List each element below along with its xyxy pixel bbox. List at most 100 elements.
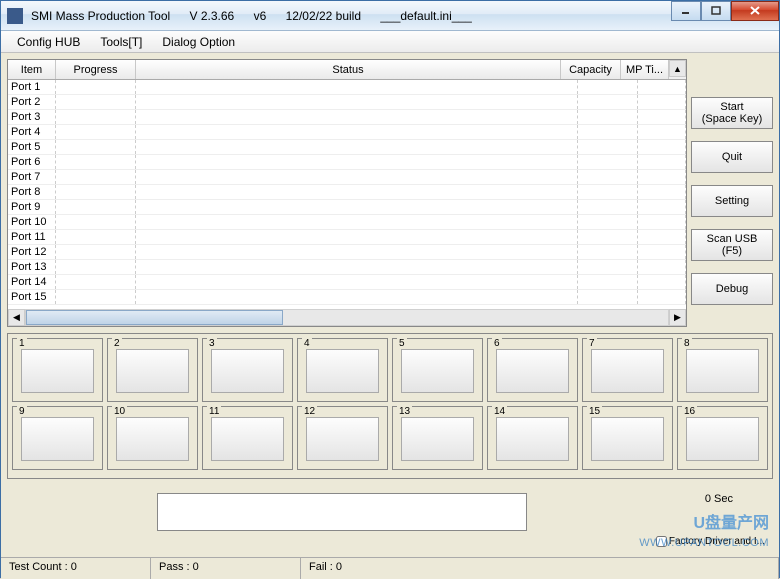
port-label: Port 11 <box>8 230 56 244</box>
port-label: Port 15 <box>8 290 56 304</box>
port-number: 8 <box>682 338 692 349</box>
menu-tools[interactable]: Tools[T] <box>90 33 152 51</box>
port-slot[interactable] <box>496 417 569 461</box>
col-mp-time[interactable]: MP Ti... <box>621 60 669 79</box>
quit-button[interactable]: Quit <box>691 141 773 173</box>
port-label: Port 10 <box>8 215 56 229</box>
start-button[interactable]: Start(Space Key) <box>691 97 773 129</box>
port-box-13: 13 <box>392 406 483 470</box>
table-row[interactable]: Port 7 <box>8 170 686 185</box>
elapsed-seconds: 0 Sec <box>705 493 733 505</box>
menu-dialog-option[interactable]: Dialog Option <box>152 33 245 51</box>
port-label: Port 3 <box>8 110 56 124</box>
table-row[interactable]: Port 9 <box>8 200 686 215</box>
table-row[interactable]: Port 10 <box>8 215 686 230</box>
close-button[interactable] <box>731 1 779 21</box>
port-slot[interactable] <box>401 349 474 393</box>
port-slot[interactable] <box>496 349 569 393</box>
table-row[interactable]: Port 12 <box>8 245 686 260</box>
port-slot[interactable] <box>686 349 759 393</box>
port-box-1: 1 <box>12 338 103 402</box>
scroll-left-icon[interactable]: ◀ <box>8 309 25 326</box>
port-box-16: 16 <box>677 406 768 470</box>
titlebar: SMI Mass Production Tool V 2.3.66 v6 12/… <box>1 1 779 31</box>
port-label: Port 13 <box>8 260 56 274</box>
port-box-14: 14 <box>487 406 578 470</box>
port-box-3: 3 <box>202 338 293 402</box>
table-row[interactable]: Port 14 <box>8 275 686 290</box>
port-number: 4 <box>302 338 312 349</box>
port-slot[interactable] <box>21 349 94 393</box>
port-label: Port 1 <box>8 80 56 94</box>
col-status[interactable]: Status <box>136 60 561 79</box>
port-label: Port 2 <box>8 95 56 109</box>
port-label: Port 6 <box>8 155 56 169</box>
port-box-15: 15 <box>582 406 673 470</box>
menubar: Config HUB Tools[T] Dialog Option <box>1 31 779 53</box>
port-box-6: 6 <box>487 338 578 402</box>
status-pass: Pass : 0 <box>151 558 301 579</box>
col-item[interactable]: Item <box>8 60 56 79</box>
port-label: Port 14 <box>8 275 56 289</box>
port-slot[interactable] <box>591 349 664 393</box>
horizontal-scrollbar[interactable]: ◀ ▶ <box>8 309 686 326</box>
port-number: 13 <box>397 406 412 417</box>
port-number: 5 <box>397 338 407 349</box>
port-slot[interactable] <box>306 349 379 393</box>
col-capacity[interactable]: Capacity <box>561 60 621 79</box>
message-box <box>157 493 527 531</box>
port-box-11: 11 <box>202 406 293 470</box>
port-box-7: 7 <box>582 338 673 402</box>
port-box-9: 9 <box>12 406 103 470</box>
table-row[interactable]: Port 5 <box>8 140 686 155</box>
scroll-up-icon[interactable]: ▲ <box>669 60 686 77</box>
port-label: Port 5 <box>8 140 56 154</box>
port-number: 2 <box>112 338 122 349</box>
port-slot[interactable] <box>116 349 189 393</box>
factory-driver-checkbox[interactable]: Factory Driver and I... <box>656 536 765 547</box>
port-number: 3 <box>207 338 217 349</box>
table-row[interactable]: Port 13 <box>8 260 686 275</box>
port-slot[interactable] <box>591 417 664 461</box>
scan-usb-button[interactable]: Scan USB(F5) <box>691 229 773 261</box>
port-slot[interactable] <box>686 417 759 461</box>
port-box-5: 5 <box>392 338 483 402</box>
port-number: 16 <box>682 406 697 417</box>
port-label: Port 4 <box>8 125 56 139</box>
port-slot[interactable] <box>21 417 94 461</box>
table-row[interactable]: Port 4 <box>8 125 686 140</box>
port-slot[interactable] <box>306 417 379 461</box>
port-label: Port 12 <box>8 245 56 259</box>
port-box-12: 12 <box>297 406 388 470</box>
port-slot[interactable] <box>116 417 189 461</box>
title-text: SMI Mass Production Tool V 2.3.66 v6 12/… <box>29 9 488 23</box>
port-box-2: 2 <box>107 338 198 402</box>
port-number: 6 <box>492 338 502 349</box>
table-row[interactable]: Port 6 <box>8 155 686 170</box>
menu-config-hub[interactable]: Config HUB <box>7 33 90 51</box>
port-box-4: 4 <box>297 338 388 402</box>
port-slot[interactable] <box>211 349 284 393</box>
factory-driver-input[interactable] <box>656 536 667 547</box>
port-box-8: 8 <box>677 338 768 402</box>
scroll-right-icon[interactable]: ▶ <box>669 309 686 326</box>
table-row[interactable]: Port 1 <box>8 80 686 95</box>
debug-button[interactable]: Debug <box>691 273 773 305</box>
port-number: 12 <box>302 406 317 417</box>
port-slot[interactable] <box>211 417 284 461</box>
table-row[interactable]: Port 3 <box>8 110 686 125</box>
table-row[interactable]: Port 15 <box>8 290 686 305</box>
table-row[interactable]: Port 2 <box>8 95 686 110</box>
minimize-button[interactable] <box>671 1 701 21</box>
port-number: 15 <box>587 406 602 417</box>
port-slot[interactable] <box>401 417 474 461</box>
port-number: 10 <box>112 406 127 417</box>
col-progress[interactable]: Progress <box>56 60 136 79</box>
setting-button[interactable]: Setting <box>691 185 773 217</box>
table-row[interactable]: Port 8 <box>8 185 686 200</box>
port-table: Item Progress Status Capacity MP Ti... ▲… <box>7 59 687 327</box>
scroll-thumb[interactable] <box>26 310 283 325</box>
maximize-button[interactable] <box>701 1 731 21</box>
port-label: Port 8 <box>8 185 56 199</box>
table-row[interactable]: Port 11 <box>8 230 686 245</box>
